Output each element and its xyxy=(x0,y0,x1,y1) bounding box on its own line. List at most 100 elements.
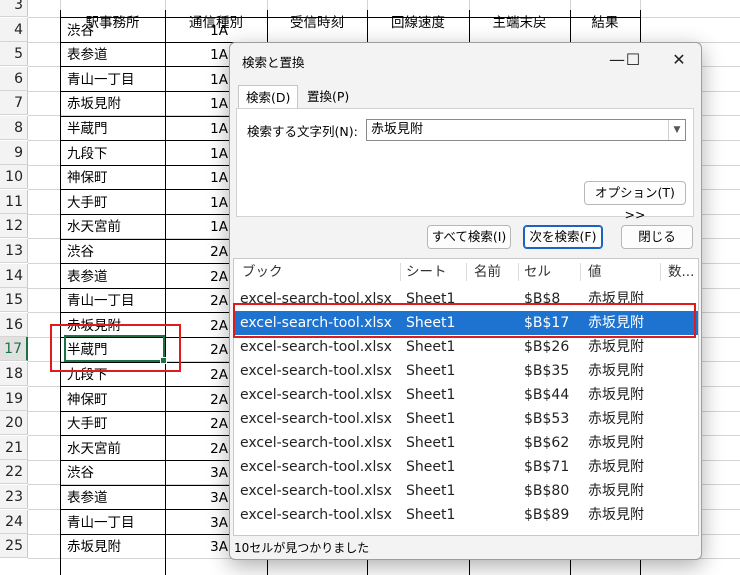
cell-type[interactable]: 1A xyxy=(170,92,228,116)
column-header[interactable]: 主端末戻 xyxy=(469,11,570,35)
row-header[interactable]: 16 xyxy=(0,312,28,337)
cell-station[interactable]: 神保町 xyxy=(67,166,163,190)
cell-type[interactable]: 3A xyxy=(170,535,228,559)
result-book: excel-search-tool.xlsx xyxy=(240,435,392,451)
cell-station[interactable]: 表参道 xyxy=(67,486,163,510)
row-header[interactable]: 18 xyxy=(0,362,28,386)
column-header-count[interactable]: 数... xyxy=(668,259,694,285)
row-header[interactable]: 15 xyxy=(0,288,28,313)
cell-type[interactable]: 2A xyxy=(170,289,228,313)
cell-type[interactable]: 1A xyxy=(170,43,228,67)
cell-station[interactable]: 青山一丁目 xyxy=(67,289,163,313)
result-row[interactable]: excel-search-tool.xlsx Sheet1 $B$53 赤坂見附 xyxy=(234,407,698,431)
column-header-value[interactable]: 値 xyxy=(588,259,602,285)
cell-type[interactable]: 1A xyxy=(170,117,228,141)
row-header[interactable]: 20 xyxy=(0,411,28,436)
cell-type[interactable]: 2A xyxy=(170,388,228,412)
cell-station[interactable]: 半蔵門 xyxy=(67,117,163,141)
cell-type[interactable]: 1A xyxy=(170,68,228,92)
row-header[interactable]: 6 xyxy=(0,66,28,91)
column-separator[interactable] xyxy=(518,263,519,281)
cell-station[interactable]: 神保町 xyxy=(67,388,163,412)
cell-type[interactable]: 2A xyxy=(170,412,228,436)
cell-station[interactable]: 水天宮前 xyxy=(67,437,163,461)
row-header[interactable]: 9 xyxy=(0,140,28,165)
cell-station[interactable]: 大手町 xyxy=(67,412,163,436)
row-header[interactable]: 25 xyxy=(0,534,28,559)
result-value: 赤坂見附 xyxy=(588,483,644,499)
cell-station[interactable]: 青山一丁目 xyxy=(67,68,163,92)
result-row[interactable]: excel-search-tool.xlsx Sheet1 $B$26 赤坂見附 xyxy=(234,335,698,359)
cell-station[interactable]: 赤坂見附 xyxy=(67,92,163,116)
column-header-name[interactable]: 名前 xyxy=(474,259,501,285)
result-row[interactable]: excel-search-tool.xlsx Sheet1 $B$71 赤坂見附 xyxy=(234,455,698,479)
result-value: 赤坂見附 xyxy=(588,387,644,403)
cell-station[interactable]: 大手町 xyxy=(67,191,163,215)
row-header[interactable]: 12 xyxy=(0,214,28,239)
close-button[interactable]: 閉じる xyxy=(621,225,693,249)
result-row[interactable]: excel-search-tool.xlsx Sheet1 $B$62 赤坂見附 xyxy=(234,431,698,455)
cell-type[interactable]: 1A xyxy=(170,19,228,43)
result-sheet: Sheet1 xyxy=(406,363,456,379)
cell-type[interactable]: 1A xyxy=(170,191,228,215)
column-header-cell[interactable]: セル xyxy=(524,259,551,285)
row-header[interactable]: 8 xyxy=(0,116,28,140)
row-header[interactable]: 23 xyxy=(0,485,28,509)
row-header[interactable]: 17 xyxy=(0,337,28,362)
cell-type[interactable]: 3A xyxy=(170,511,228,535)
row-header[interactable]: 22 xyxy=(0,460,28,485)
row-header[interactable]: 19 xyxy=(0,386,28,411)
result-row[interactable]: excel-search-tool.xlsx Sheet1 $B$80 赤坂見附 xyxy=(234,479,698,503)
cell-station[interactable]: 渋谷 xyxy=(67,240,163,264)
cell-type[interactable]: 3A xyxy=(170,461,228,485)
column-separator[interactable] xyxy=(660,263,661,281)
cell-station[interactable]: 水天宮前 xyxy=(67,215,163,239)
result-row[interactable]: excel-search-tool.xlsx Sheet1 $B$35 赤坂見附 xyxy=(234,359,698,383)
cell-station[interactable]: 表参道 xyxy=(67,265,163,289)
maximize-icon[interactable]: ☐ xyxy=(616,47,650,73)
cell-type[interactable]: 2A xyxy=(170,437,228,461)
row-header[interactable]: 4 xyxy=(0,17,28,42)
result-row[interactable]: excel-search-tool.xlsx Sheet1 $B$44 赤坂見附 xyxy=(234,383,698,407)
row-header[interactable]: 13 xyxy=(0,239,28,263)
column-header[interactable]: 回線速度 xyxy=(367,11,469,35)
row-header[interactable]: 21 xyxy=(0,435,28,460)
cell-station[interactable]: 渋谷 xyxy=(67,461,163,485)
find-next-button[interactable]: 次を検索(F) xyxy=(523,225,603,249)
cell-type[interactable]: 2A xyxy=(170,265,228,289)
cell-type[interactable]: 1A xyxy=(170,142,228,166)
cell-station[interactable]: 九段下 xyxy=(67,142,163,166)
cell-type[interactable]: 1A xyxy=(170,166,228,190)
column-header-sheet[interactable]: シート xyxy=(406,259,447,285)
row-header[interactable]: 24 xyxy=(0,509,28,534)
cell-station[interactable]: 赤坂見附 xyxy=(67,535,163,559)
row-header[interactable]: 11 xyxy=(0,189,28,214)
result-row[interactable]: excel-search-tool.xlsx Sheet1 $B$89 赤坂見附 xyxy=(234,503,698,527)
column-header-book[interactable]: ブック xyxy=(242,259,283,285)
results-list[interactable]: ブック シート 名前 セル 値 数... excel-search-tool.x… xyxy=(233,258,699,536)
row-header[interactable]: 3 xyxy=(0,0,28,17)
column-separator[interactable] xyxy=(580,263,581,281)
cell-type[interactable]: 1A xyxy=(170,215,228,239)
column-header[interactable]: 受信時刻 xyxy=(267,11,367,35)
close-icon[interactable]: ✕ xyxy=(662,47,696,73)
column-separator[interactable] xyxy=(400,263,401,281)
find-replace-dialog: 検索と置換 — ☐ ✕ 検索(D) 置換(P) 検索する文字列(N): 赤坂見附… xyxy=(229,42,702,560)
options-button[interactable]: オプション(T) >> xyxy=(584,181,686,222)
row-header[interactable]: 5 xyxy=(0,42,28,67)
tab-find[interactable]: 検索(D) xyxy=(238,85,299,109)
tab-replace[interactable]: 置換(P) xyxy=(300,85,356,108)
cell-station[interactable]: 青山一丁目 xyxy=(67,511,163,535)
row-header[interactable]: 14 xyxy=(0,263,28,288)
row-header[interactable]: 10 xyxy=(0,165,28,190)
column-separator[interactable] xyxy=(466,263,467,281)
cell-station[interactable]: 表参道 xyxy=(67,43,163,67)
chevron-down-icon[interactable]: ▼ xyxy=(668,120,685,140)
cell-type[interactable]: 2A xyxy=(170,240,228,264)
find-all-button[interactable]: すべて検索(I) xyxy=(427,225,511,249)
search-input[interactable]: 赤坂見附 ▼ xyxy=(366,119,686,141)
cell-type[interactable]: 3A xyxy=(170,486,228,510)
row-header[interactable]: 7 xyxy=(0,91,28,116)
cell-station[interactable]: 渋谷 xyxy=(67,19,163,43)
column-header[interactable]: 結果 xyxy=(570,11,640,35)
